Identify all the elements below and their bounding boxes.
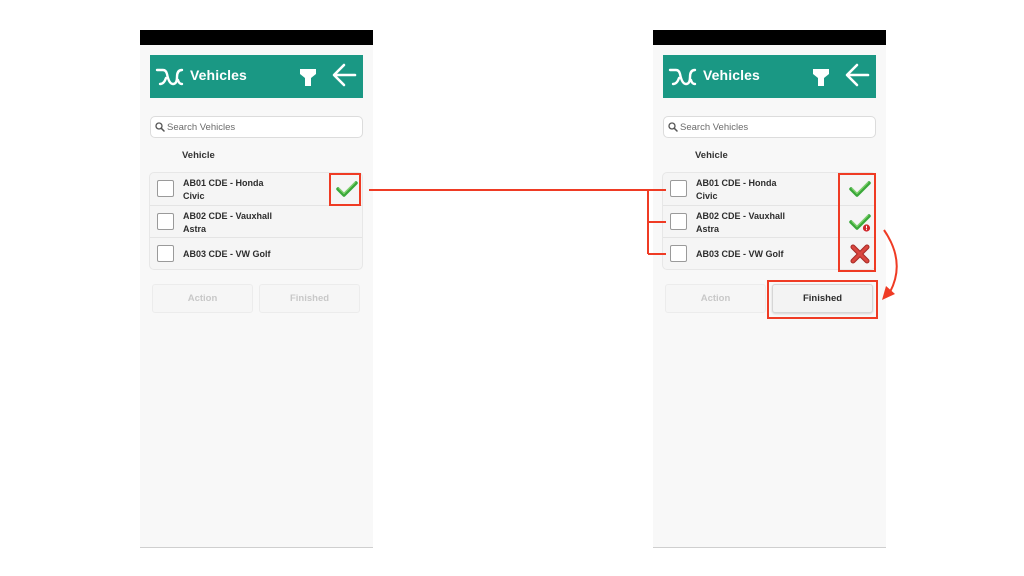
vehicle-label: AB01 CDE - Honda Civic xyxy=(696,177,816,202)
vehicle-label: AB02 CDE - Vauxhall Astra xyxy=(696,210,816,235)
connector-line xyxy=(369,189,666,255)
vehicle-label: AB03 CDE - VW Golf xyxy=(696,248,816,261)
vehicle-label-line2: Civic xyxy=(183,190,205,201)
search-input[interactable] xyxy=(167,119,357,135)
wave-logo-icon xyxy=(155,68,184,86)
back-arrow-icon[interactable] xyxy=(331,62,357,88)
vehicle-label-line2: Astra xyxy=(183,223,207,234)
app-title: Vehicles xyxy=(703,67,760,83)
vehicle-label-line1: AB02 CDE - Vauxhall xyxy=(183,211,273,221)
highlight-status-before xyxy=(329,173,361,206)
app-title: Vehicles xyxy=(190,67,247,83)
status-bar xyxy=(653,30,886,45)
vehicle-checkbox[interactable] xyxy=(670,213,687,230)
filter-icon[interactable] xyxy=(298,67,318,87)
vehicle-label-line2: Civic xyxy=(696,190,718,201)
search-field[interactable] xyxy=(663,116,876,138)
vehicle-row[interactable]: AB03 CDE - VW Golf xyxy=(150,237,362,269)
search-input[interactable] xyxy=(680,119,870,135)
app-bar: Vehicles xyxy=(150,55,363,98)
action-button[interactable]: Action xyxy=(665,284,766,313)
vehicle-label-line1: AB02 CDE - Vauxhall xyxy=(696,211,786,221)
vehicle-label-line1: AB03 CDE - VW Golf xyxy=(696,249,784,259)
filter-icon[interactable] xyxy=(811,67,831,87)
phone-screen-before: Vehicles Vehicle AB01 CDE - Honda Civic xyxy=(140,30,373,548)
vehicle-checkbox[interactable] xyxy=(157,213,174,230)
finished-button[interactable]: Finished xyxy=(259,284,360,313)
back-arrow-icon[interactable] xyxy=(844,62,870,88)
vehicle-label: AB03 CDE - VW Golf xyxy=(183,248,303,261)
vehicle-checkbox[interactable] xyxy=(157,245,174,262)
vehicle-label-line2: Astra xyxy=(696,223,720,234)
app-bar: Vehicles xyxy=(663,55,876,98)
search-icon xyxy=(668,122,678,132)
vehicle-label-line1: AB01 CDE - Honda xyxy=(183,178,264,188)
vehicle-checkbox[interactable] xyxy=(157,180,174,197)
search-icon xyxy=(155,122,165,132)
vehicle-checkbox[interactable] xyxy=(670,245,687,262)
list-column-header: Vehicle xyxy=(182,150,215,161)
search-field[interactable] xyxy=(150,116,363,138)
action-button[interactable]: Action xyxy=(152,284,253,313)
highlight-status-column-after xyxy=(838,173,876,272)
status-bar xyxy=(140,30,373,45)
vehicle-label-line1: AB03 CDE - VW Golf xyxy=(183,249,271,259)
highlight-finished-button xyxy=(767,280,878,319)
vehicle-checkbox[interactable] xyxy=(670,180,687,197)
list-column-header: Vehicle xyxy=(695,150,728,161)
vehicle-label: AB01 CDE - Honda Civic xyxy=(183,177,303,202)
vehicle-label-line1: AB01 CDE - Honda xyxy=(696,178,777,188)
wave-logo-icon xyxy=(668,68,697,86)
vehicle-label: AB02 CDE - Vauxhall Astra xyxy=(183,210,303,235)
vehicle-row[interactable]: AB02 CDE - Vauxhall Astra xyxy=(150,205,362,237)
